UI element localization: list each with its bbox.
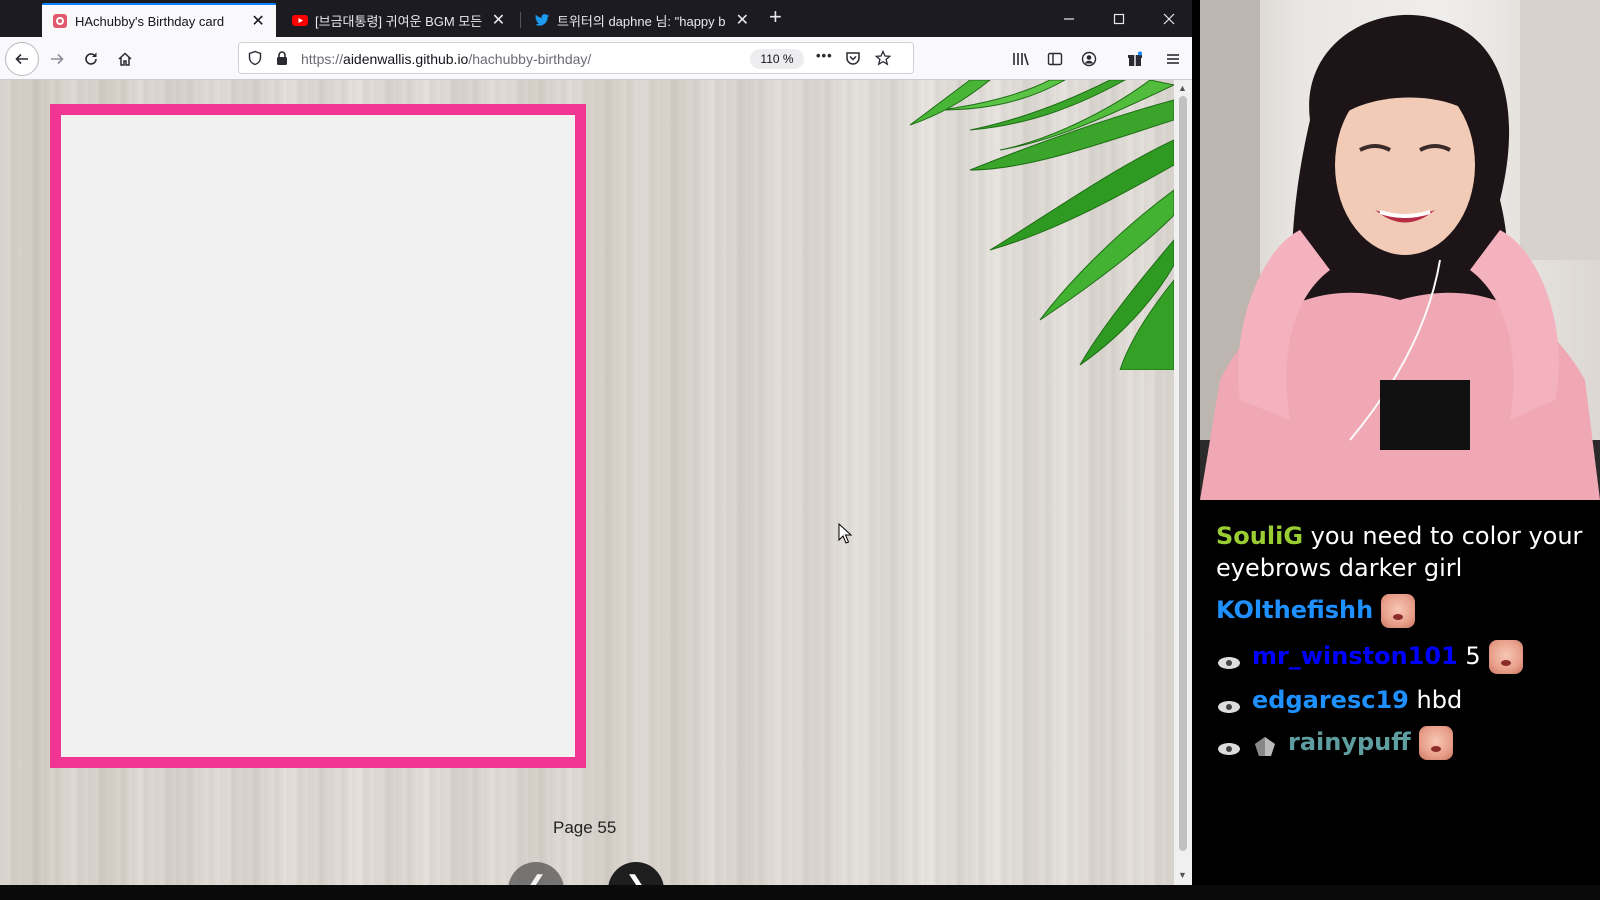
- twitter-favicon-icon: [534, 12, 550, 28]
- mouse-cursor-icon: [838, 523, 853, 544]
- scrollbar-thumb[interactable]: [1179, 96, 1187, 851]
- chat-message: mr_winston101 5: [1216, 640, 1596, 674]
- chat-username: mr_winston101: [1252, 642, 1458, 670]
- face-emote-icon: [1381, 594, 1416, 628]
- chat-username: SouliG: [1216, 522, 1304, 550]
- tab-title: [브금대통령] 귀여운 BGM 모든: [315, 13, 483, 29]
- youtube-favicon-icon: [292, 12, 308, 28]
- url-host: aidenwallis.github.io: [343, 51, 469, 67]
- reload-icon[interactable]: [76, 44, 106, 74]
- url-text[interactable]: https://aidenwallis.github.io/hachubby-b…: [301, 51, 591, 67]
- hamburger-menu-icon[interactable]: [1158, 44, 1188, 74]
- url-bar[interactable]: https://aidenwallis.github.io/hachubby-b…: [238, 42, 914, 74]
- chat-message: SouliG you need to color your eyebrows d…: [1216, 520, 1596, 584]
- stream-chat: SouliG you need to color your eyebrows d…: [1200, 500, 1600, 885]
- tab-birthday-card[interactable]: HAchubby's Birthday card ✕: [42, 3, 276, 37]
- tab-twitter[interactable]: 트위터의 daphne 님: "happy b ✕: [524, 3, 760, 37]
- chat-username: rainypuff: [1288, 728, 1411, 756]
- scroll-down-arrow-icon[interactable]: ▼: [1178, 870, 1187, 880]
- tab-close-icon[interactable]: ✕: [735, 10, 750, 30]
- sub-badge-icon: [1216, 734, 1242, 755]
- page-actions-more-icon[interactable]: •••: [816, 48, 833, 63]
- chat-username: edgaresc19: [1252, 686, 1409, 714]
- chat-message: KOlthefishh: [1216, 594, 1596, 628]
- new-tab-button[interactable]: +: [769, 6, 782, 28]
- chevron-right-icon: ❯: [625, 870, 647, 885]
- tab-close-icon[interactable]: ✕: [250, 11, 266, 31]
- tab-youtube-bgm[interactable]: [브금대통령] 귀여운 BGM 모든 ✕: [282, 3, 516, 37]
- scroll-up-arrow-icon[interactable]: ▲: [1178, 83, 1187, 93]
- chat-text: 5: [1465, 642, 1481, 670]
- face-emote-icon: [1488, 640, 1523, 674]
- url-path: /hachubby-birthday/: [468, 51, 592, 67]
- birthday-card-favicon-icon: [52, 13, 68, 29]
- page-content: Page 55 ❮ ❯: [0, 80, 1174, 885]
- lock-icon[interactable]: [275, 50, 289, 71]
- pocket-icon[interactable]: [845, 50, 861, 71]
- tab-title: 트위터의 daphne 님: "happy b: [557, 13, 726, 29]
- extensions-gift-icon[interactable]: [1120, 44, 1150, 74]
- chat-username: KOlthefishh: [1216, 596, 1374, 624]
- streamer-webcam-image: [1200, 0, 1600, 500]
- browser-window: HAchubby's Birthday card ✕ [브금대통령] 귀여운 B…: [0, 0, 1192, 885]
- webcam-overlay: [1200, 0, 1600, 500]
- vertical-scrollbar[interactable]: ▲ ▼: [1174, 80, 1192, 885]
- green-leaves-decoration: [909, 80, 1174, 370]
- maximize-icon[interactable]: [1096, 0, 1142, 37]
- chat-message: rainypuff: [1216, 726, 1596, 760]
- sub-badge-icon: [1216, 648, 1242, 669]
- sidebar-toggle-icon[interactable]: [1040, 44, 1070, 74]
- tab-close-icon[interactable]: ✕: [491, 10, 506, 30]
- library-icon[interactable]: [1006, 44, 1036, 74]
- chat-text: hbd: [1416, 686, 1463, 714]
- tab-separator: [520, 12, 521, 28]
- birthday-card-frame[interactable]: [50, 104, 586, 768]
- bits-badge-icon: [1252, 734, 1278, 756]
- tracking-shield-icon[interactable]: [247, 50, 263, 71]
- tab-bar: HAchubby's Birthday card ✕ [브금대통령] 귀여운 B…: [0, 0, 1192, 37]
- taskbar-strip: [0, 885, 1600, 900]
- back-arrow-icon[interactable]: [5, 42, 39, 76]
- next-page-button[interactable]: ❯: [608, 862, 664, 885]
- navigation-toolbar: https://aidenwallis.github.io/hachubby-b…: [0, 37, 1192, 80]
- chat-message: edgaresc19 hbd: [1216, 684, 1596, 716]
- previous-page-button[interactable]: ❮: [508, 862, 564, 885]
- close-window-icon[interactable]: [1146, 0, 1192, 37]
- chevron-left-icon: ❮: [525, 870, 547, 885]
- sub-badge-icon: [1216, 692, 1242, 713]
- bookmark-star-icon[interactable]: [874, 49, 892, 71]
- account-icon[interactable]: [1074, 44, 1104, 74]
- face-emote-icon: [1418, 726, 1453, 760]
- zoom-level-badge[interactable]: 110 %: [750, 49, 804, 69]
- home-icon[interactable]: [110, 44, 140, 74]
- minimize-icon[interactable]: [1046, 0, 1092, 37]
- page-number-label: Page 55: [553, 818, 617, 837]
- url-scheme: https://: [301, 51, 344, 67]
- forward-arrow-icon[interactable]: [42, 44, 72, 74]
- tab-title: HAchubby's Birthday card: [75, 13, 225, 29]
